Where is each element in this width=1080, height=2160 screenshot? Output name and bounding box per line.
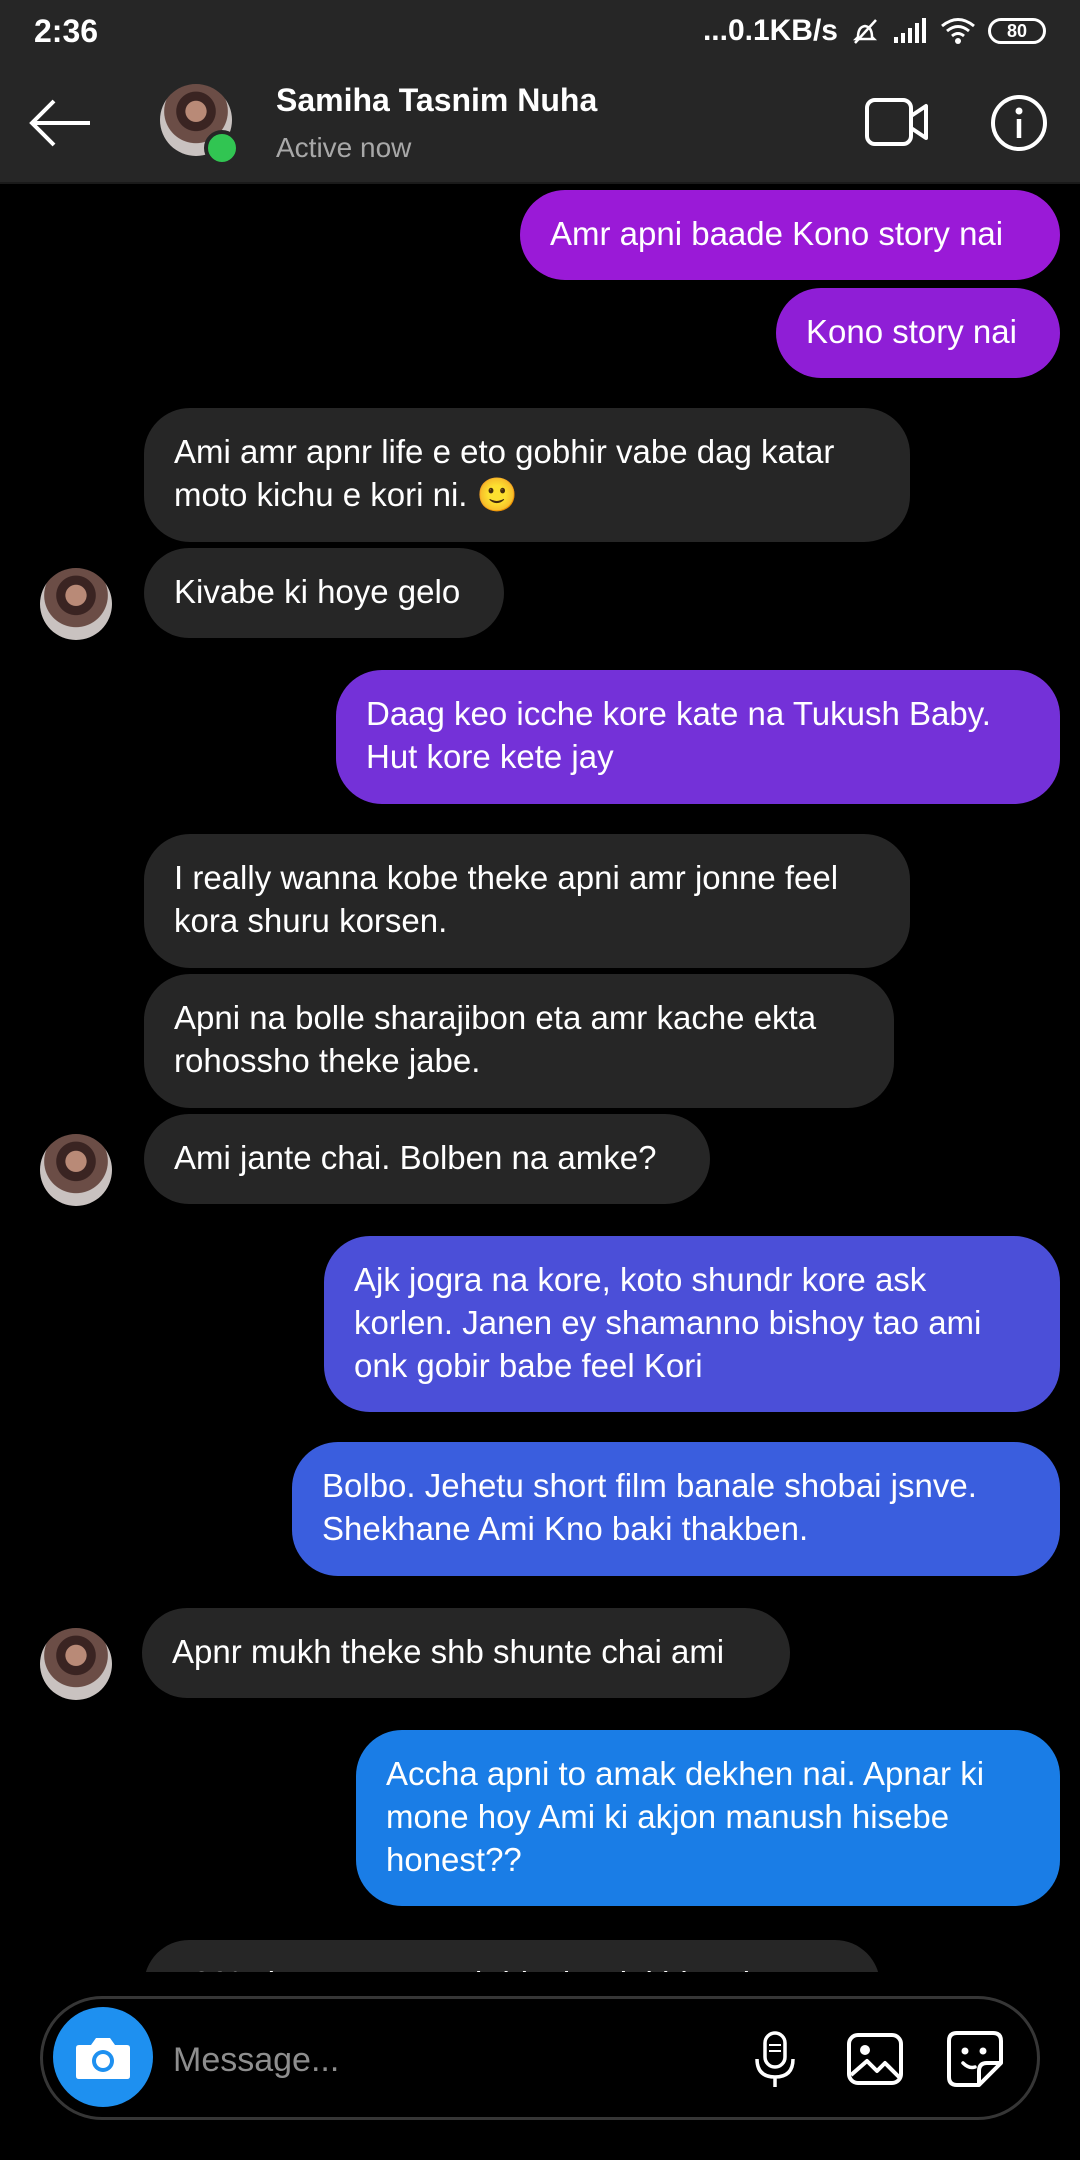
mute-icon bbox=[852, 19, 878, 44]
message-incoming[interactable]: Apnr mukh theke shb shunte chai ami bbox=[142, 1608, 790, 1698]
message-outgoing[interactable]: Bolbo. Jehetu short film banale shobai j… bbox=[292, 1442, 1060, 1576]
battery-icon: 80 bbox=[988, 18, 1046, 44]
online-indicator bbox=[204, 130, 240, 166]
message-incoming[interactable]: I really wanna kobe theke apni amr jonne… bbox=[144, 834, 910, 968]
message-incoming[interactable]: 100% honest manush hisebe dekhi ami bbox=[144, 1940, 880, 1972]
chat-header: Samiha Tasnim Nuha Active now bbox=[0, 62, 1080, 184]
battery-level: 80 bbox=[1006, 20, 1028, 41]
message-incoming[interactable]: Kivabe ki hoye gelo bbox=[144, 548, 504, 638]
clipped-message-container: 100% honest manush hisebe dekhi ami bbox=[0, 1930, 1080, 1972]
contact-avatar[interactable] bbox=[160, 84, 240, 166]
back-arrow-icon[interactable] bbox=[28, 90, 94, 156]
status-icons: ...0.1KB/s 80 bbox=[703, 14, 1046, 48]
message-outgoing[interactable]: Ajk jogra na kore, koto shundr kore ask … bbox=[324, 1236, 1060, 1412]
contact-avatar-small[interactable] bbox=[40, 1628, 112, 1700]
sticker-icon[interactable] bbox=[943, 2027, 1007, 2091]
camera-icon bbox=[76, 2038, 130, 2079]
message-incoming[interactable]: Ami jante chai. Bolben na amke? bbox=[144, 1114, 710, 1204]
message-composer bbox=[40, 1996, 1040, 2120]
message-outgoing[interactable]: Kono story nai bbox=[776, 288, 1060, 378]
message-outgoing[interactable]: Accha apni to amak dekhen nai. Apnar ki … bbox=[356, 1730, 1060, 1906]
info-icon[interactable] bbox=[990, 94, 1048, 152]
presence-status: Active now bbox=[276, 132, 412, 163]
message-incoming[interactable]: Apni na bolle sharajibon eta amr kache e… bbox=[144, 974, 894, 1108]
contact-avatar-small[interactable] bbox=[40, 1134, 112, 1206]
message-outgoing[interactable]: Amr apni baade Kono story nai bbox=[520, 190, 1060, 280]
contact-avatar-small[interactable] bbox=[40, 568, 112, 640]
gallery-icon[interactable] bbox=[843, 2027, 907, 2091]
message-outgoing[interactable]: Daag keo icche kore kate na Tukush Baby.… bbox=[336, 670, 1060, 804]
wifi-icon bbox=[941, 18, 975, 44]
camera-button[interactable] bbox=[53, 2007, 153, 2107]
video-call-icon[interactable] bbox=[864, 94, 930, 150]
message-input[interactable] bbox=[171, 2029, 615, 2091]
network-speed: ...0.1KB/s bbox=[702, 14, 838, 47]
microphone-icon[interactable] bbox=[743, 2027, 807, 2091]
contact-name[interactable]: Samiha Tasnim Nuha bbox=[276, 82, 597, 119]
signal-icon bbox=[894, 18, 926, 43]
status-time: 2:36 bbox=[34, 12, 99, 49]
status-bar: 2:36 ...0.1KB/s 80 bbox=[0, 0, 1080, 62]
message-incoming[interactable]: Ami amr apnr life e eto gobhir vabe dag … bbox=[144, 408, 910, 542]
